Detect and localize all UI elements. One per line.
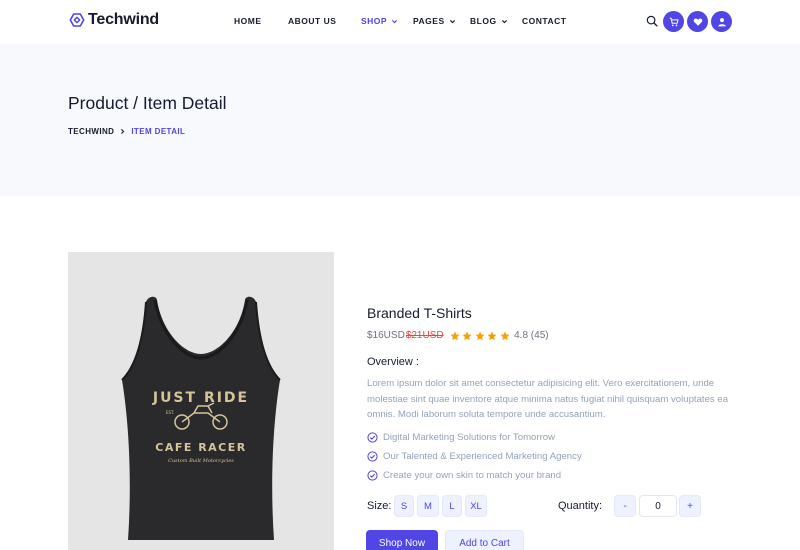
breadcrumb-current: ITEM DETAIL bbox=[131, 127, 186, 136]
feature-item: Create your own skin to match your brand bbox=[367, 470, 561, 481]
feature-item: Our Talented & Experienced Marketing Age… bbox=[367, 451, 582, 462]
nav-item-label: BLOG bbox=[470, 16, 497, 26]
size-label: Size: bbox=[367, 500, 392, 512]
wishlist-button[interactable] bbox=[687, 11, 708, 32]
nav-item-blog[interactable]: BLOG bbox=[470, 16, 508, 26]
old-price: $21USD bbox=[405, 330, 444, 341]
nav-item-contact[interactable]: CONTACT bbox=[522, 16, 566, 26]
check-circle-icon bbox=[367, 432, 378, 443]
nav-item-label: HOME bbox=[234, 16, 262, 26]
nav-item-about-us[interactable]: ABOUT US bbox=[288, 16, 336, 26]
nav-item-label: ABOUT US bbox=[288, 16, 337, 26]
quantity-input[interactable] bbox=[639, 495, 677, 517]
quantity-label: Quantity: bbox=[558, 500, 603, 512]
breadcrumb-home-link[interactable]: TECHWIND bbox=[68, 127, 114, 136]
chevron-down-icon bbox=[449, 19, 455, 23]
print-tagline: Custom Built Motorcycles bbox=[168, 458, 234, 464]
quantity-increase-button[interactable]: + bbox=[679, 495, 701, 517]
feature-text: Digital Marketing Solutions for Tomorrow bbox=[383, 432, 556, 443]
nav-item-home[interactable]: HOME bbox=[234, 16, 262, 26]
nav-item-label: PAGES bbox=[413, 16, 445, 26]
tank-top-image: JUST RIDE EST. CAFE RACER Custom Built M… bbox=[121, 296, 281, 540]
quantity-decrease-button[interactable]: - bbox=[614, 495, 636, 517]
product-name: Branded T-Shirts bbox=[367, 305, 472, 321]
star-icon bbox=[475, 331, 485, 340]
price: $16USD bbox=[367, 330, 405, 341]
overview-text: Lorem ipsum dolor sit amet consectetur a… bbox=[367, 378, 729, 420]
chevron-right-icon bbox=[121, 129, 125, 134]
nav-item-pages[interactable]: PAGES bbox=[413, 16, 456, 26]
size-button-m[interactable]: M bbox=[417, 495, 439, 517]
nav-item-shop[interactable]: SHOP bbox=[361, 16, 398, 26]
logo-text: Techwind bbox=[88, 11, 159, 28]
logo[interactable]: Techwind bbox=[69, 11, 159, 29]
product-image: JUST RIDE EST. CAFE RACER Custom Built M… bbox=[68, 252, 334, 550]
size-button-xl[interactable]: XL bbox=[465, 495, 487, 517]
nav-item-label: SHOP bbox=[361, 16, 388, 26]
page-title: Product / Item Detail bbox=[68, 93, 227, 113]
shop-now-button[interactable]: Shop Now bbox=[366, 530, 438, 550]
star-icon bbox=[500, 331, 510, 340]
cart-button[interactable] bbox=[663, 11, 684, 32]
size-button-l[interactable]: L bbox=[442, 495, 462, 517]
star-icon bbox=[487, 331, 497, 340]
search-icon[interactable] bbox=[646, 15, 658, 27]
chevron-down-icon bbox=[392, 19, 398, 23]
page-header bbox=[0, 44, 800, 196]
rating-value: 4.8 (45) bbox=[514, 330, 549, 341]
nav-item-label: CONTACT bbox=[522, 16, 567, 26]
rating-stars bbox=[450, 331, 513, 341]
logo-icon bbox=[69, 13, 85, 27]
check-circle-icon bbox=[367, 470, 378, 481]
print-est-label: EST. bbox=[166, 410, 174, 415]
star-icon bbox=[450, 331, 460, 340]
overview-label: Overview : bbox=[367, 356, 419, 368]
breadcrumb: TECHWIND ITEM DETAIL bbox=[68, 127, 185, 136]
price-row: $16USD $21USD 4.8 (45) bbox=[367, 330, 549, 341]
cart-icon bbox=[669, 17, 679, 26]
chevron-down-icon bbox=[501, 19, 507, 23]
check-circle-icon bbox=[367, 451, 378, 462]
user-icon bbox=[717, 17, 726, 26]
star-icon bbox=[462, 331, 472, 340]
feature-text: Create your own skin to match your brand bbox=[383, 470, 562, 481]
print-line-2: CAFE RACER bbox=[155, 441, 246, 454]
feature-item: Digital Marketing Solutions for Tomorrow bbox=[367, 432, 555, 443]
feature-text: Our Talented & Experienced Marketing Age… bbox=[383, 451, 582, 462]
account-button[interactable] bbox=[711, 11, 732, 32]
heart-icon bbox=[693, 18, 702, 26]
navbar: Techwind HOME ABOUT US SHOP PAGES BLOG C… bbox=[0, 0, 800, 44]
print-line-1: JUST RIDE bbox=[152, 390, 249, 406]
add-to-cart-button[interactable]: Add to Cart bbox=[445, 530, 524, 550]
size-button-s[interactable]: S bbox=[394, 495, 414, 517]
